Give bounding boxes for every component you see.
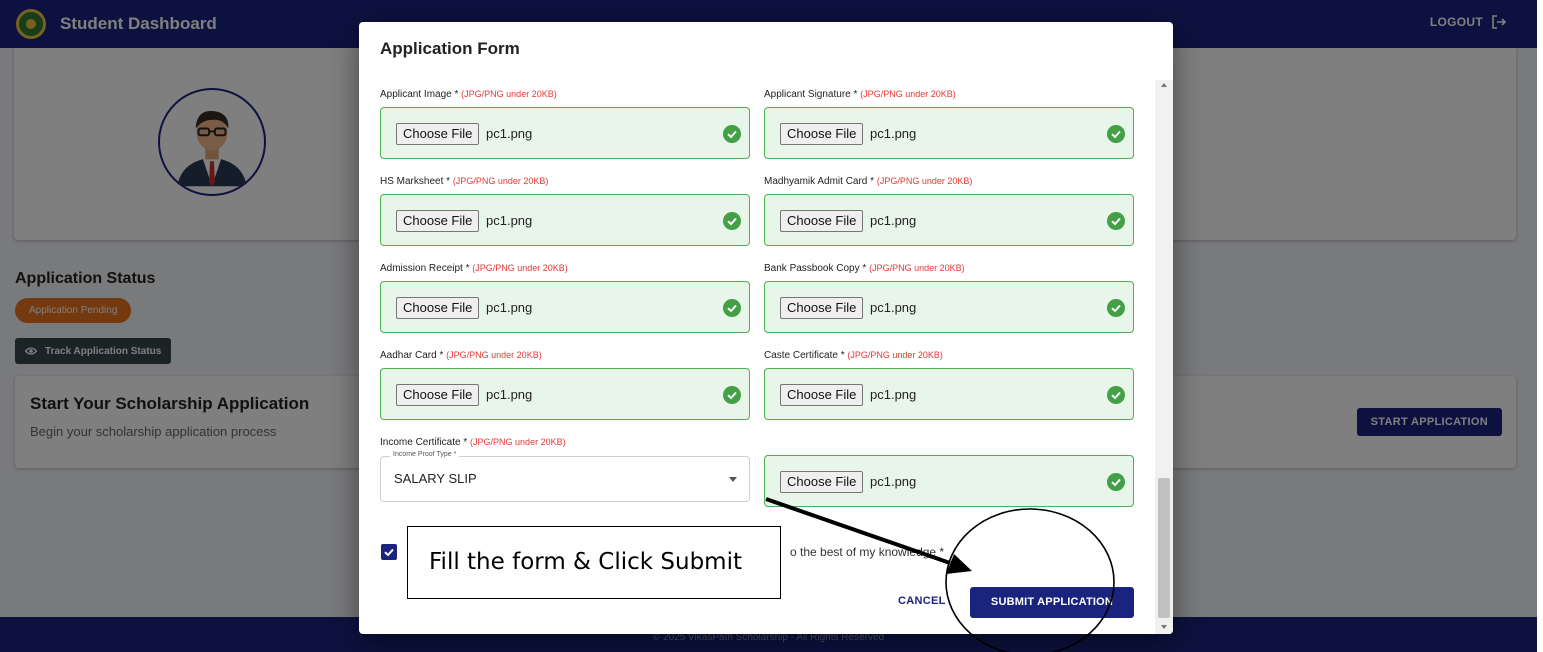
choose-file-button[interactable]: Choose File [396,384,480,406]
field-label-madhyamik-admit-card: Madhyamik Admit Card * (JPG/PNG under 20… [764,176,973,187]
file-input-caste-certificate: Choose File pc1.png [764,368,1134,420]
file-name: pc1.png [870,387,917,402]
check-circle-icon [723,212,741,230]
field-label-caste-certificate: Caste Certificate * (JPG/PNG under 20KB) [764,350,943,361]
dialog-title: Application Form [380,39,520,58]
file-input-income-certificate: Choose File pc1.png [764,455,1134,507]
file-name: pc1.png [870,474,917,489]
submit-application-button[interactable]: SUBMIT APPLICATION [970,587,1134,618]
field-label-hs-marksheet: HS Marksheet * (JPG/PNG under 20KB) [380,176,549,187]
choose-file-button[interactable]: Choose File [780,123,864,145]
income-proof-type-legend: Income Proof Type * [390,451,460,458]
file-name: pc1.png [486,213,533,228]
file-input-bank-passbook-copy: Choose File pc1.png [764,281,1134,333]
income-proof-type-select[interactable]: Income Proof Type * SALARY SLIP [380,451,750,502]
caret-down-icon [729,477,737,482]
choose-file-button[interactable]: Choose File [780,297,864,319]
page-edge [1537,0,1543,652]
scroll-thumb[interactable] [1158,478,1170,618]
check-circle-icon [723,125,741,143]
agreement-text: o the best of my knowledge * [790,545,945,559]
agreement-checkbox[interactable] [381,544,397,560]
field-label-applicant-signature: Applicant Signature * (JPG/PNG under 20K… [764,89,956,100]
check-circle-icon [1107,212,1125,230]
check-circle-icon [1107,386,1125,404]
cancel-button[interactable]: CANCEL [898,595,946,607]
check-circle-icon [723,299,741,317]
file-input-applicant-signature: Choose File pc1.png [764,107,1134,159]
check-circle-icon [723,386,741,404]
check-circle-icon [1107,125,1125,143]
field-label-aadhar-card: Aadhar Card * (JPG/PNG under 20KB) [380,350,542,361]
file-input-aadhar-card: Choose File pc1.png [380,368,750,420]
choose-file-button[interactable]: Choose File [396,297,480,319]
file-name: pc1.png [870,126,917,141]
file-input-admission-receipt: Choose File pc1.png [380,281,750,333]
field-label-bank-passbook-copy: Bank Passbook Copy * (JPG/PNG under 20KB… [764,263,965,274]
field-label-income-certificate: Income Certificate * (JPG/PNG under 20KB… [380,437,566,448]
dialog-scrollbar[interactable] [1155,80,1173,634]
check-circle-icon [1107,299,1125,317]
field-label-applicant-image: Applicant Image * (JPG/PNG under 20KB) [380,89,557,100]
choose-file-button[interactable]: Choose File [780,471,864,493]
file-input-madhyamik-admit-card: Choose File pc1.png [764,194,1134,246]
scroll-up-arrow-icon[interactable] [1161,83,1167,87]
choose-file-button[interactable]: Choose File [396,123,480,145]
file-name: pc1.png [486,387,533,402]
check-circle-icon [1107,473,1125,491]
file-name: pc1.png [486,126,533,141]
field-label-admission-receipt: Admission Receipt * (JPG/PNG under 20KB) [380,263,568,274]
scroll-down-arrow-icon[interactable] [1161,625,1167,629]
choose-file-button[interactable]: Choose File [396,210,480,232]
choose-file-button[interactable]: Choose File [780,210,864,232]
checkmark-icon [384,548,394,557]
file-input-applicant-image: Choose File pc1.png [380,107,750,159]
income-proof-type-value: SALARY SLIP [394,471,477,486]
instruction-callout: Fill the form & Click Submit [407,526,781,599]
file-input-hs-marksheet: Choose File pc1.png [380,194,750,246]
file-name: pc1.png [870,213,917,228]
file-name: pc1.png [870,300,917,315]
choose-file-button[interactable]: Choose File [780,384,864,406]
file-name: pc1.png [486,300,533,315]
